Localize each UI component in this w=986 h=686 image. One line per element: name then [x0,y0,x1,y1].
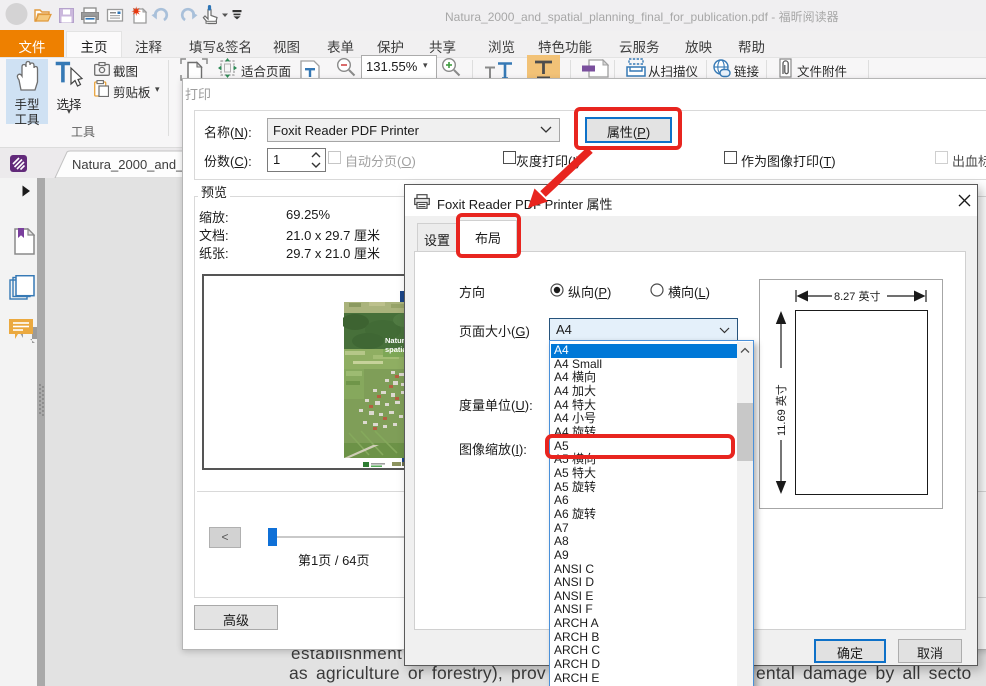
svg-text:8.27 英寸: 8.27 英寸 [834,289,880,303]
svg-text:11.69 英寸: 11.69 英寸 [774,384,788,436]
